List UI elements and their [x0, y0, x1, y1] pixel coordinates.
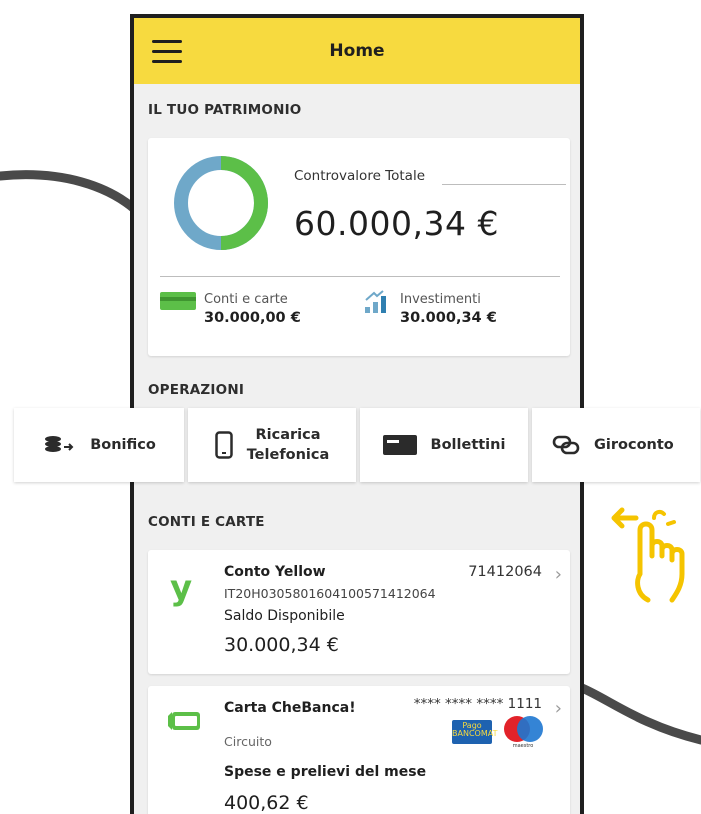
- divider: [442, 184, 566, 185]
- spending-value: 400,62 €: [224, 792, 309, 814]
- hamburger-menu-icon[interactable]: [152, 40, 182, 64]
- patrimonio-card[interactable]: Controvalore Totale 60.000,34 € Conti e …: [148, 138, 570, 356]
- section-title-conti-carte: CONTI E CARTE: [148, 514, 265, 530]
- coins-transfer-icon: [45, 436, 74, 452]
- section-title-patrimonio: IL TUO PATRIMONIO: [148, 102, 302, 118]
- carta-name: Carta CheBanca!: [224, 700, 356, 716]
- section-title-operazioni: OPERAZIONI: [148, 382, 245, 398]
- patrimonio-donut-chart: [174, 156, 268, 250]
- balance-value: 30.000,34 €: [224, 634, 339, 656]
- bonifico-label: Bonifico: [90, 437, 156, 453]
- smartphone-icon: [214, 431, 233, 459]
- conti-carte-summary[interactable]: Conti e carte 30.000,00 €: [160, 292, 301, 326]
- credit-card-icon: [168, 712, 200, 730]
- bonifico-button[interactable]: Bonifico: [14, 408, 184, 482]
- total-label: Controvalore Totale: [294, 168, 426, 184]
- bollettini-label: Bollettini: [430, 437, 506, 453]
- conti-label: Conti e carte: [204, 292, 288, 307]
- conto-card[interactable]: y Conto Yellow 71412064 › IT20H030580160…: [148, 550, 570, 674]
- ricarica-telefonica-button[interactable]: Ricarica Telefonica: [188, 408, 356, 482]
- conto-name: Conto Yellow: [224, 564, 326, 580]
- giroconto-button[interactable]: Giroconto: [532, 408, 700, 482]
- investimenti-summary[interactable]: Investimenti 30.000,34 €: [364, 290, 497, 326]
- conto-number: 71412064: [468, 564, 542, 580]
- total-value: 60.000,34 €: [294, 204, 499, 243]
- maestro-logo-icon: maestro: [504, 716, 543, 748]
- chart-growth-icon: [365, 290, 386, 313]
- conto-iban: IT20H0305801604100571412064: [224, 586, 436, 601]
- giroconto-label: Giroconto: [594, 437, 674, 453]
- chevron-right-icon: ›: [554, 698, 562, 719]
- yellow-logo-icon: y: [170, 568, 193, 608]
- balance-label: Saldo Disponibile: [224, 608, 345, 624]
- operations-carousel[interactable]: Bonifico Ricarica Telefonica Bollettini …: [14, 408, 700, 482]
- divider: [160, 276, 560, 277]
- swipe-hand-icon: [611, 507, 685, 603]
- investimenti-value: 30.000,34 €: [400, 310, 497, 326]
- link-icon: [552, 435, 580, 455]
- bill-icon: [382, 435, 417, 455]
- ricarica-label-line1: Ricarica: [255, 427, 321, 443]
- svg-text:maestro: maestro: [513, 743, 534, 748]
- bollettini-button[interactable]: Bollettini: [360, 408, 528, 482]
- pagobancomat-logo-icon: Pago BANCOMAT: [452, 720, 497, 744]
- spending-label: Spese e prelievi del mese: [224, 764, 427, 780]
- page-title: Home: [329, 41, 385, 61]
- carta-card[interactable]: Carta CheBanca! **** **** **** 1111 › Ci…: [148, 686, 570, 814]
- chevron-right-icon: ›: [554, 564, 562, 585]
- investimenti-label: Investimenti: [400, 292, 481, 307]
- ricarica-label-line2: Telefonica: [246, 447, 330, 463]
- circuit-label: Circuito: [224, 734, 272, 749]
- carta-number: **** **** **** 1111: [413, 696, 542, 712]
- card-icon: [160, 292, 196, 310]
- conti-value: 30.000,00 €: [204, 310, 301, 326]
- app-bar: Home: [134, 18, 580, 84]
